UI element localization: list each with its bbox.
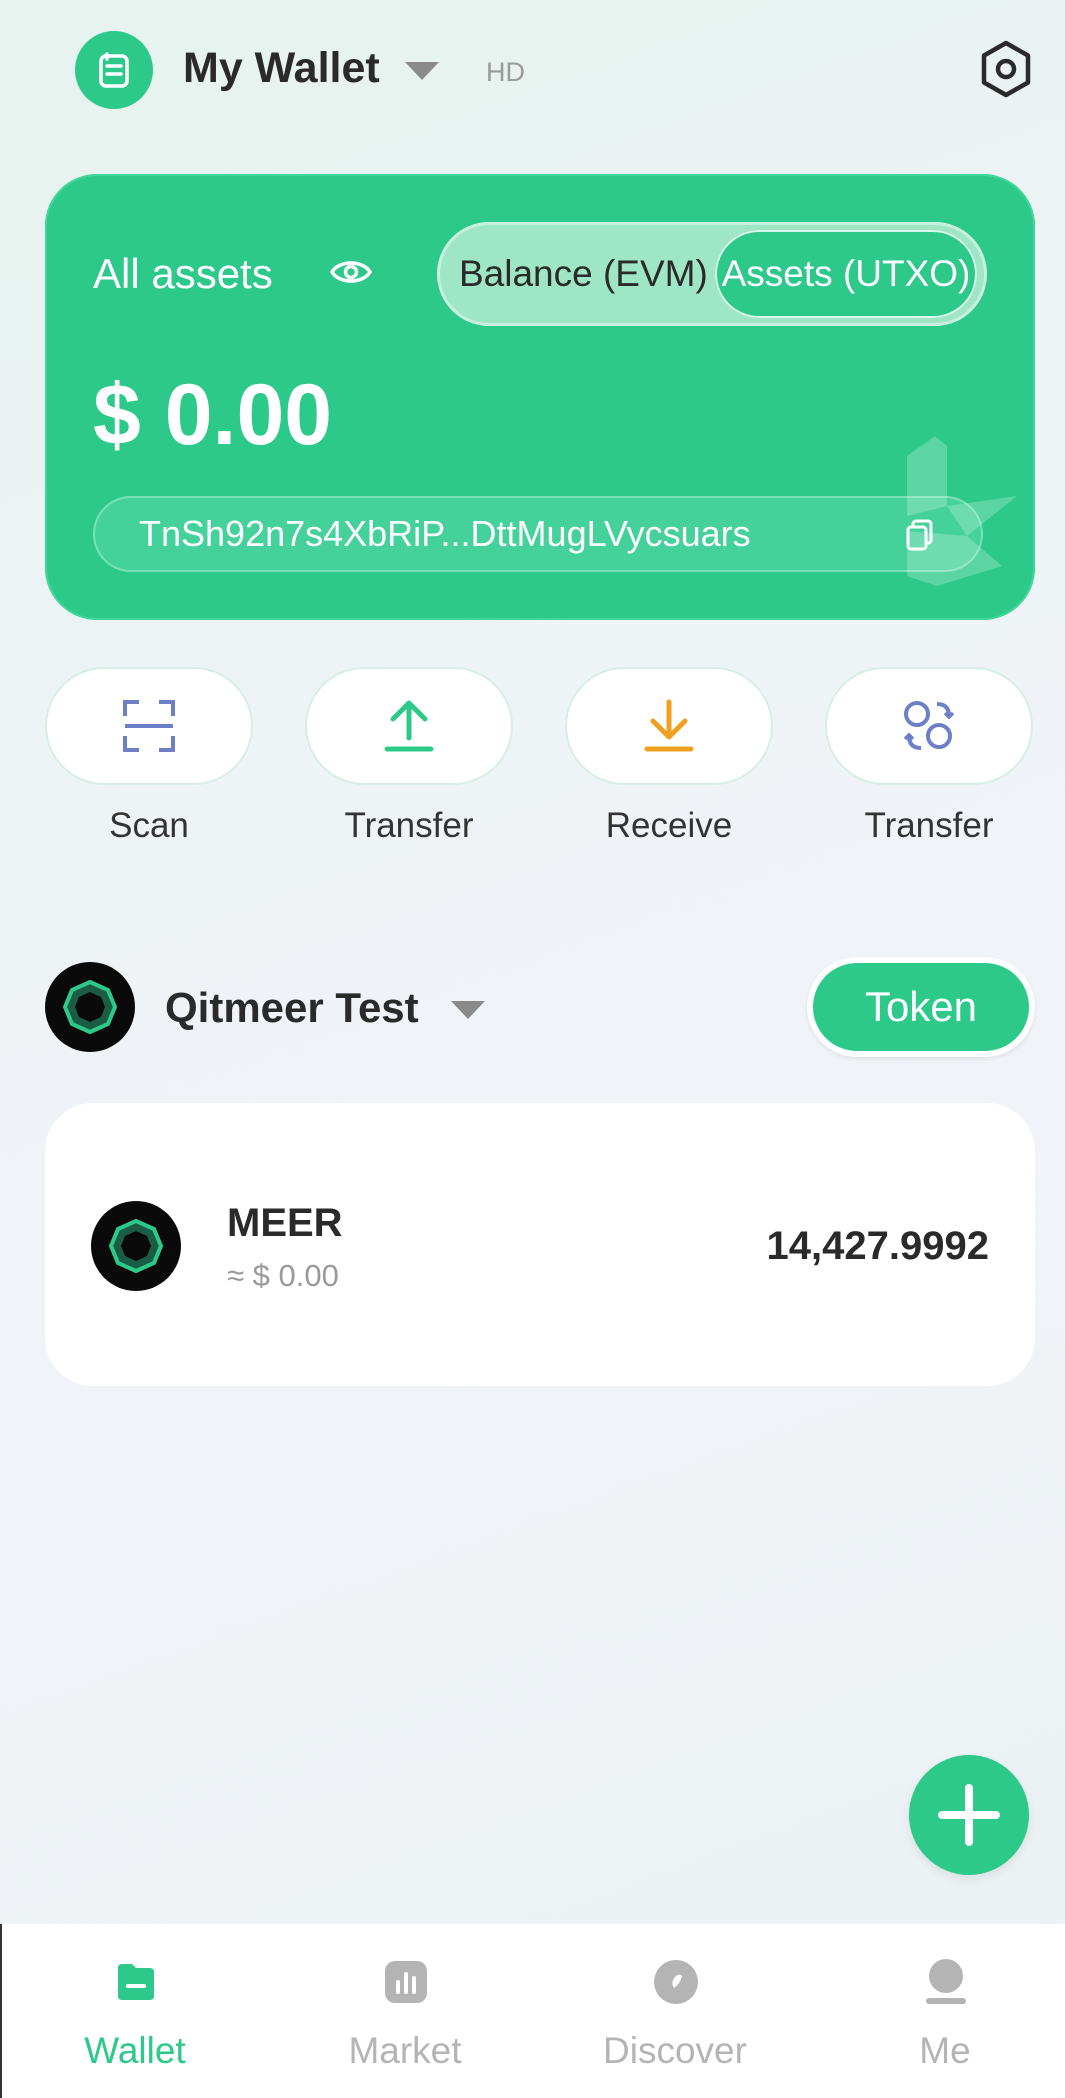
user-icon: [926, 1959, 966, 2004]
plus-icon: [938, 1784, 1000, 1846]
token-button-label: Token: [813, 963, 1029, 1051]
all-assets-label: All assets: [93, 250, 273, 297]
bottom-nav: Wallet Market Discover Me: [0, 1924, 1065, 2098]
nav-item-discover[interactable]: Discover: [542, 1924, 808, 2098]
nav-item-wallet[interactable]: Wallet: [2, 1924, 268, 2098]
wallet-logo-icon[interactable]: [75, 31, 153, 109]
nav-label-discover: Discover: [603, 2030, 747, 2071]
eye-icon[interactable]: [329, 252, 373, 292]
scan-icon: [123, 700, 175, 752]
settings-icon[interactable]: [975, 38, 1037, 100]
brand-watermark-icon: [907, 436, 1017, 586]
asset-card: All assets Balance (EVM) Assets (UTXO) $…: [45, 174, 1035, 620]
transfer-label: Transfer: [344, 806, 474, 845]
swap-circles-icon: [903, 701, 955, 750]
address-pill[interactable]: TnSh92n7s4XbRiP...DttMugLVycsuars: [93, 496, 983, 572]
hd-badge: HD: [486, 57, 525, 87]
transfer-button[interactable]: [305, 667, 513, 785]
token-button[interactable]: Token: [807, 957, 1035, 1057]
segment-assets-utxo[interactable]: Assets (UTXO): [715, 230, 977, 318]
wallet-icon: [118, 1964, 154, 2000]
asset-type-segmented-control: Balance (EVM) Assets (UTXO): [437, 222, 987, 326]
total-balance: $ 0.00: [93, 367, 333, 463]
upload-arrow-icon: [384, 700, 434, 752]
network-name[interactable]: Qitmeer Test: [165, 984, 419, 1032]
segment-balance-evm[interactable]: Balance (EVM): [459, 222, 708, 326]
nav-label-market: Market: [348, 2030, 462, 2071]
download-arrow-icon: [644, 699, 694, 752]
token-list-item[interactable]: MEER ≈ $ 0.00 14,427.9992: [45, 1103, 1035, 1386]
chevron-down-icon[interactable]: [405, 62, 439, 80]
receive-button[interactable]: [565, 667, 773, 785]
wallet-name[interactable]: My Wallet: [183, 44, 380, 93]
token-symbol: MEER: [227, 1201, 343, 1245]
receive-label: Receive: [605, 806, 733, 845]
swap-transfer-label: Transfer: [864, 806, 994, 845]
scan-label: Scan: [109, 806, 189, 845]
nav-label-me: Me: [919, 2030, 971, 2071]
token-fiat-value: ≈ $ 0.00: [227, 1258, 339, 1293]
wallet-address: TnSh92n7s4XbRiP...DttMugLVycsuars: [139, 513, 751, 554]
add-button[interactable]: [909, 1755, 1029, 1875]
chevron-down-icon[interactable]: [451, 1001, 485, 1019]
bar-chart-icon: [385, 1961, 427, 2003]
nav-label-wallet: Wallet: [84, 2030, 186, 2071]
nav-item-me[interactable]: Me: [812, 1924, 1065, 2098]
qitmeer-logo-icon[interactable]: [45, 962, 135, 1052]
scan-button[interactable]: [45, 667, 253, 785]
token-amount: 14,427.9992: [766, 1224, 989, 1268]
swap-transfer-button[interactable]: [825, 667, 1033, 785]
meer-logo-icon: [91, 1201, 181, 1291]
nav-item-market[interactable]: Market: [272, 1924, 538, 2098]
compass-icon: [654, 1960, 698, 2004]
